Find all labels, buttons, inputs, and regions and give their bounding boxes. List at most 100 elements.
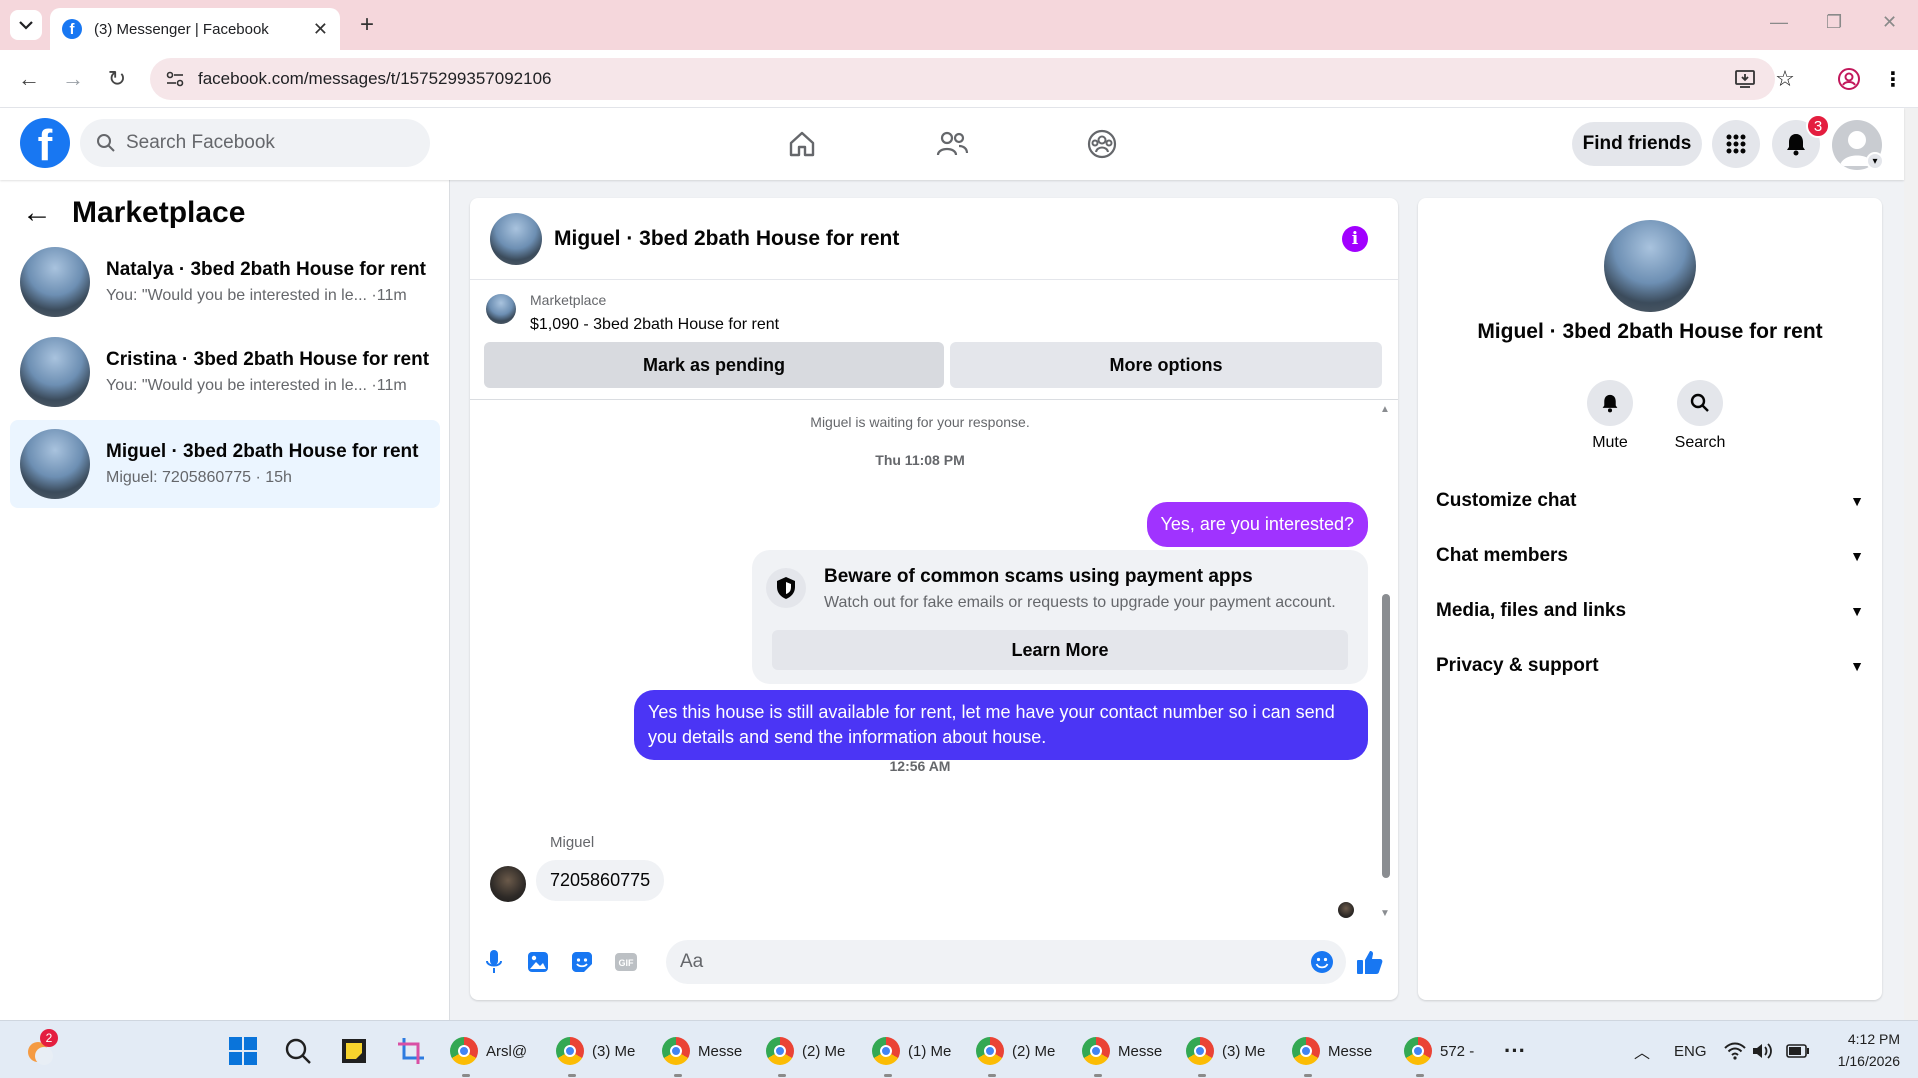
account-chevron-icon[interactable]: ▾: [1866, 152, 1884, 170]
taskbar-chrome-window[interactable]: Messe: [1292, 1031, 1372, 1077]
chrome-icon: [1404, 1037, 1432, 1065]
taskbar-chrome-window[interactable]: Messe: [662, 1031, 742, 1077]
start-button[interactable]: [228, 1031, 258, 1071]
grid-icon: [1726, 134, 1746, 154]
restore-button[interactable]: ❐: [1826, 12, 1842, 33]
outgoing-message[interactable]: Yes this house is still available for re…: [634, 690, 1368, 761]
conversation-item-active[interactable]: Miguel · 3bed 2bath House for rent Migue…: [10, 420, 440, 508]
snipping-tool-app[interactable]: [396, 1031, 426, 1071]
microphone-icon[interactable]: [480, 948, 508, 976]
privacy-support-section[interactable]: Privacy & support ▼: [1436, 646, 1864, 686]
more-options-button[interactable]: More options: [950, 342, 1382, 388]
scrollbar-thumb[interactable]: [1382, 594, 1390, 878]
scam-warning-title: Beware of common scams using payment app…: [824, 566, 1253, 587]
reload-button[interactable]: ↻: [102, 64, 132, 94]
facebook-search[interactable]: [80, 119, 430, 167]
omnibox[interactable]: facebook.com/messages/t/1575299357092106: [150, 58, 1775, 100]
home-nav-icon[interactable]: [782, 126, 822, 162]
mark-as-pending-button[interactable]: Mark as pending: [484, 342, 944, 388]
back-arrow-icon[interactable]: ←: [22, 196, 52, 230]
mute-action[interactable]: Mute: [1570, 380, 1650, 452]
photo-icon[interactable]: [524, 948, 552, 976]
bell-icon[interactable]: [1587, 380, 1633, 426]
weather-widget[interactable]: 2: [24, 1029, 58, 1071]
browser-tab-active[interactable]: f (3) Messenger | Facebook ✕: [50, 8, 340, 50]
show-hidden-icons-chevron-icon[interactable]: ︿: [1634, 1031, 1650, 1071]
media-files-links-section[interactable]: Media, files and links ▼: [1436, 591, 1864, 631]
notification-badge: 3: [1806, 114, 1830, 138]
window-label: Messe: [1118, 1042, 1163, 1060]
new-tab-button[interactable]: +: [352, 10, 382, 40]
emoji-icon[interactable]: [1310, 950, 1334, 974]
info-icon[interactable]: i: [1342, 226, 1368, 252]
taskbar-chrome-window[interactable]: Messe: [1082, 1031, 1163, 1077]
listing-thumbnail[interactable]: [486, 294, 516, 324]
outgoing-message[interactable]: Yes, are you interested?: [1146, 502, 1368, 548]
conversation-item[interactable]: Cristina · 3bed 2bath House for rent You…: [10, 328, 440, 416]
listing-avatar[interactable]: [490, 212, 542, 265]
taskbar-chrome-window[interactable]: (2) Me: [766, 1031, 845, 1077]
tab-search-button[interactable]: [10, 10, 42, 40]
find-friends-button[interactable]: Find friends: [1572, 122, 1702, 166]
listing-avatar-large[interactable]: [1604, 220, 1696, 312]
gif-label: GIF: [619, 958, 635, 968]
conversation-item[interactable]: Natalya · 3bed 2bath House for rent You:…: [10, 238, 440, 326]
learn-more-button[interactable]: Learn More: [772, 630, 1348, 670]
taskbar-chrome-window[interactable]: (3) Me: [556, 1031, 635, 1077]
listing-avatar: [20, 337, 90, 407]
search-icon[interactable]: [1677, 380, 1723, 426]
close-window-button[interactable]: ✕: [1882, 12, 1897, 33]
taskbar-chrome-window[interactable]: 572 -: [1404, 1031, 1474, 1077]
scroll-down-icon[interactable]: ▼: [1380, 908, 1390, 919]
chrome-icon: [450, 1037, 478, 1065]
taskbar-chrome-window[interactable]: (3) Me: [1186, 1031, 1265, 1077]
battery-icon[interactable]: [1786, 1031, 1810, 1071]
waiting-notice: Miguel is waiting for your response.: [810, 414, 1030, 430]
message-scrollbar[interactable]: ▲ ▼: [1378, 404, 1392, 920]
chat-title[interactable]: Miguel · 3bed 2bath House for rent: [554, 227, 899, 251]
sticky-notes-app[interactable]: [340, 1031, 368, 1071]
clock-date[interactable]: 1/16/2026: [1810, 1053, 1900, 1069]
like-thumb-icon[interactable]: [1356, 948, 1384, 976]
taskbar-chrome-window[interactable]: (1) Me: [872, 1031, 951, 1077]
chevron-down-icon: ▼: [1850, 493, 1864, 509]
conversation-title: Miguel · 3bed 2bath House for rent: [106, 441, 419, 462]
minimize-button[interactable]: —: [1770, 12, 1788, 33]
chrome-icon: [976, 1037, 1004, 1065]
friends-nav-icon[interactable]: [932, 126, 972, 162]
close-tab-icon[interactable]: ✕: [313, 19, 328, 40]
profile-icon[interactable]: [1834, 64, 1864, 94]
message-input-box[interactable]: [666, 940, 1346, 984]
gif-icon[interactable]: GIF: [612, 948, 640, 976]
back-button[interactable]: ←: [14, 64, 44, 94]
page-scrollbar[interactable]: [1904, 108, 1918, 1020]
incoming-message[interactable]: 7205860775: [536, 860, 665, 901]
chat-members-section[interactable]: Chat members ▼: [1436, 536, 1864, 576]
taskbar-chrome-window[interactable]: (2) Me: [976, 1031, 1055, 1077]
volume-icon[interactable]: [1752, 1031, 1774, 1071]
facebook-logo[interactable]: f: [20, 118, 70, 168]
search-action[interactable]: Search: [1660, 380, 1740, 452]
taskbar-chrome-window[interactable]: Arsl@: [450, 1031, 527, 1077]
more-apps-icon[interactable]: ···: [1504, 1031, 1526, 1071]
install-app-icon[interactable]: [1730, 64, 1760, 94]
taskbar-search-button[interactable]: [284, 1031, 312, 1071]
sticker-icon[interactable]: [568, 948, 596, 976]
customize-chat-section[interactable]: Customize chat ▼: [1436, 481, 1864, 521]
bookmark-star-icon[interactable]: ☆: [1770, 64, 1800, 94]
listing-price-title[interactable]: $1,090 - 3bed 2bath House for rent: [530, 316, 779, 334]
sender-name: Miguel: [550, 834, 595, 851]
sender-avatar[interactable]: [490, 866, 526, 902]
wifi-icon[interactable]: [1724, 1031, 1746, 1071]
groups-nav-icon[interactable]: [1082, 126, 1122, 162]
message-list: Miguel is waiting for your response. Thu…: [470, 400, 1398, 924]
search-input[interactable]: [126, 132, 406, 154]
site-settings-icon[interactable]: [164, 68, 186, 90]
message-input[interactable]: [680, 951, 1280, 973]
menu-grid-button[interactable]: [1712, 120, 1760, 168]
browser-menu-icon[interactable]: ⋮: [1878, 64, 1908, 94]
language-indicator[interactable]: ENG: [1674, 1031, 1707, 1071]
clock-time[interactable]: 4:12 PM: [1810, 1031, 1900, 1047]
forward-button[interactable]: →: [58, 64, 88, 94]
scroll-up-icon[interactable]: ▲: [1380, 404, 1390, 415]
